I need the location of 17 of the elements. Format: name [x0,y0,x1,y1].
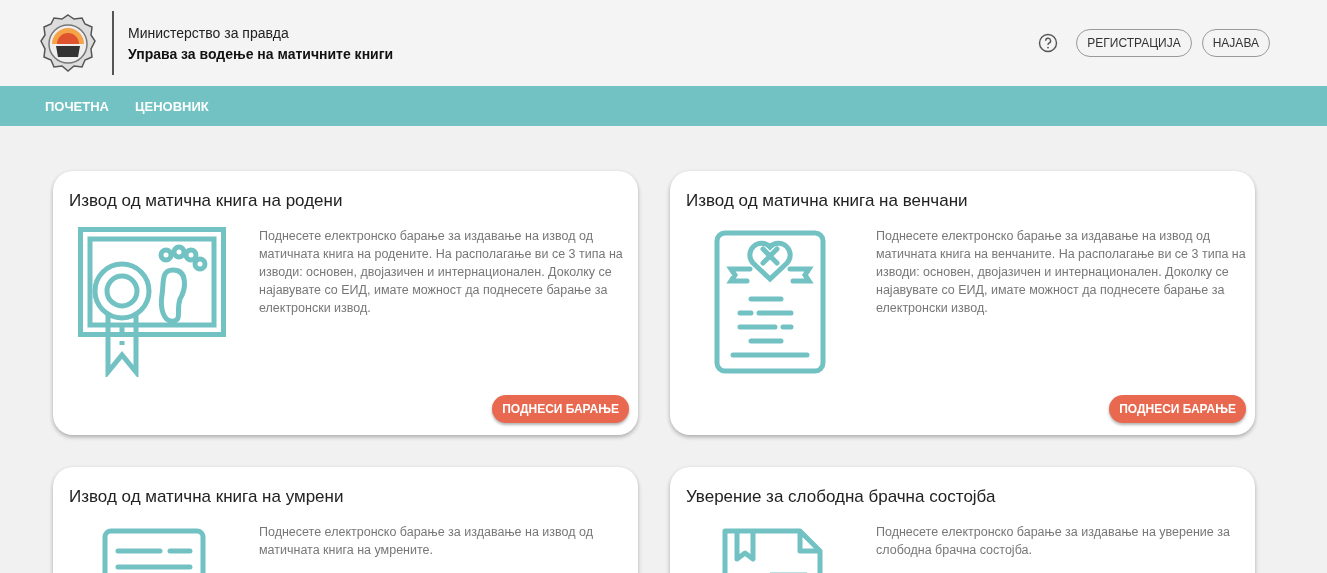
card-description: Поднесете електронско барање за издавање на извод од матичната книга на венчаните. На располагање ви се 3 типа на изводи: основен, двојазичен и интернационален. Доколку се најавувате со ЕИД, имате можност да поднесете барање за електронски извод. [876,228,1246,317]
certificate-footprint-icon [78,227,228,377]
nav-link[interactable]: ПОЧЕТНА [45,98,109,114]
nav-link[interactable]: ЦЕНОВНИК [135,98,209,114]
department-name: Управа за водење на матичните книги [128,45,394,62]
ministry-name: Министерство за правда [128,24,290,41]
card-title: Уверение за слободна брачна состојба [686,487,997,507]
card-description: Поднесете електронско барање за издавање на извод од матичната книга на родените. На располагање ви се 3 типа на изводи: основен, двојазичен и интернационален. Доколку се најавувате со ЕИД, имате можност да поднесете барање за електронски извод. [259,228,624,317]
submit-request-button[interactable]: ПОДНЕСИ БАРАЊЕ [492,395,629,423]
card-title: Извод од матична книга на умрени [69,487,345,507]
submit-request-button[interactable]: ПОДНЕСИ БАРАЊЕ [1109,395,1246,423]
card-description: Поднесете електронско барање за издавање на извод од матичната книга на умрените. [259,524,594,559]
emblem-logo [38,13,98,73]
help-icon[interactable] [1038,33,1059,53]
card-title: Извод од матична книга на родени [69,191,344,211]
card-description: Поднесете електронско барање за издавање на уверение за слободна брачна состојба. [876,524,1231,559]
card-title: Извод од матична книга на венчани [686,191,969,211]
